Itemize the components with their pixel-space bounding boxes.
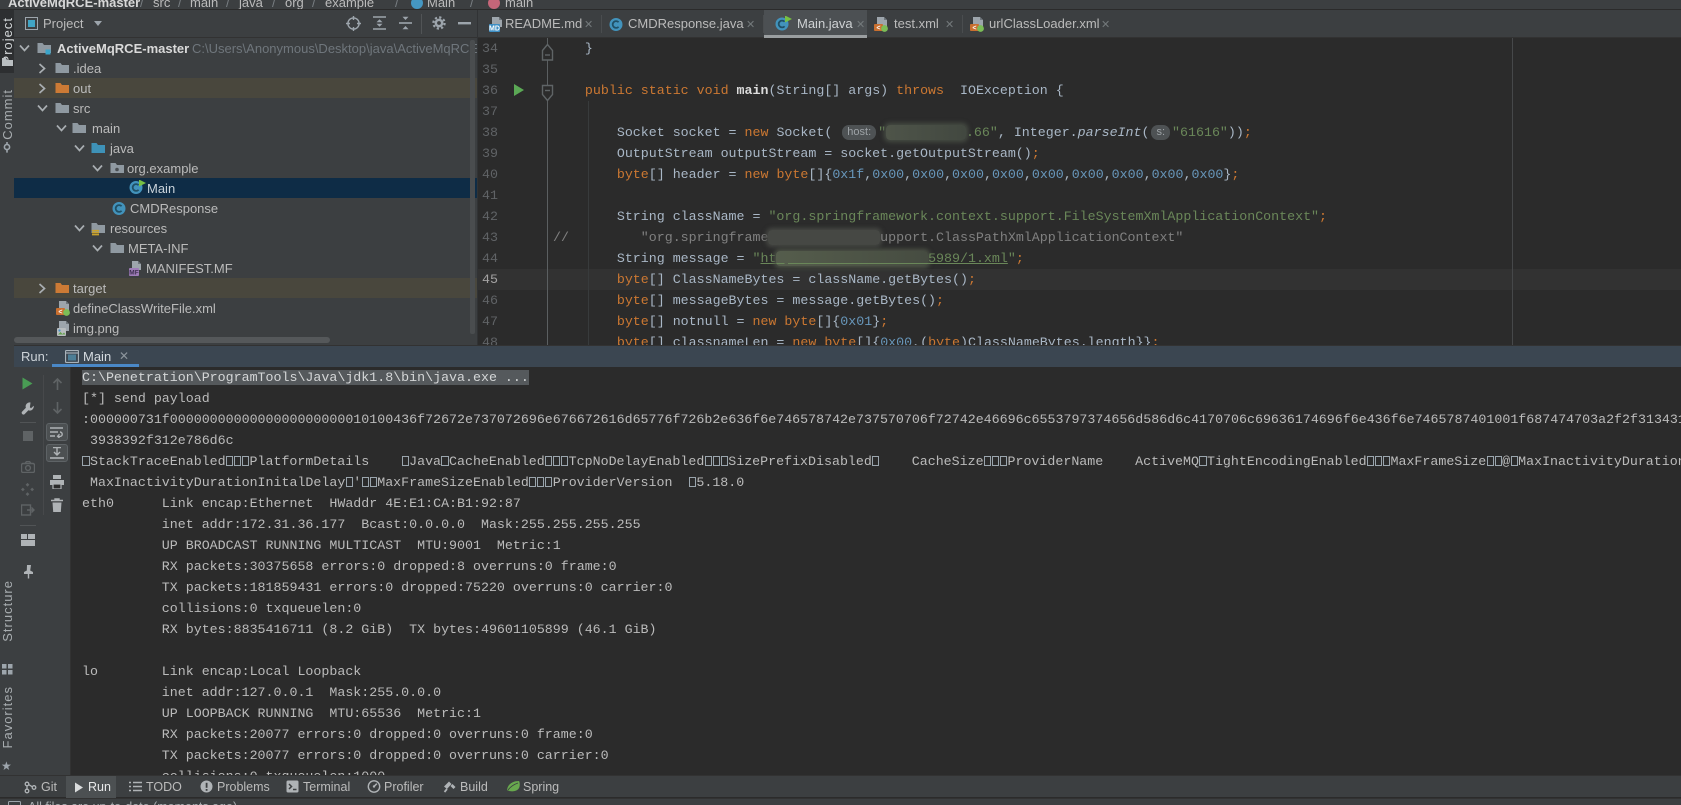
svg-text:MF: MF [129, 270, 138, 277]
svg-text:<: < [972, 25, 976, 32]
svg-text:<: < [58, 309, 62, 316]
svg-text:MD: MD [489, 26, 500, 33]
svg-text:<: < [876, 25, 880, 32]
